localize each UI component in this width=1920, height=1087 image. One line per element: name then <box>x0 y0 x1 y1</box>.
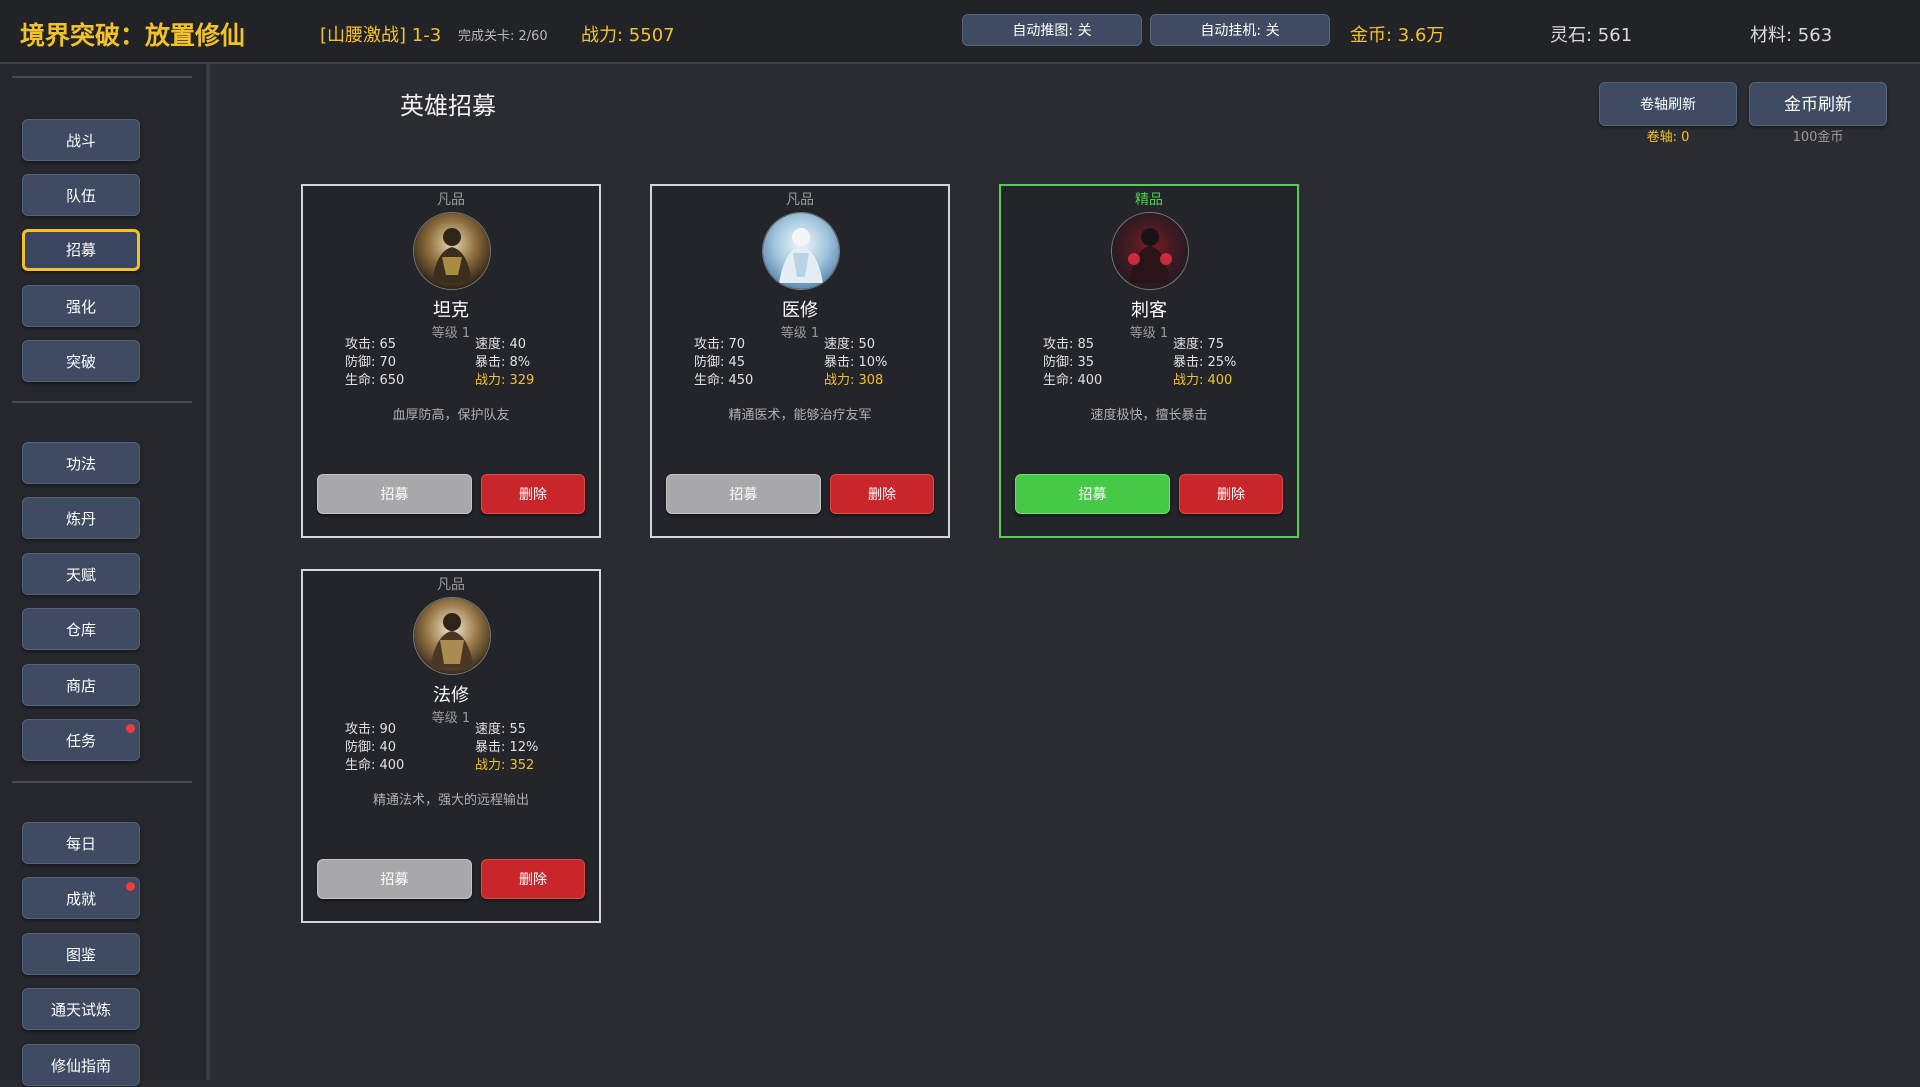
scroll-count: 卷轴: 0 <box>1646 130 1690 145</box>
delete-button[interactable]: 删除 <box>1179 474 1283 514</box>
notification-dot <box>126 882 135 891</box>
nav-alchemy[interactable]: 炼丹 <box>22 497 140 539</box>
game-title: 境界突破：放置修仙 <box>20 21 246 50</box>
hero-card-mage: 凡品 法修 等级 1 攻击: 90 速度: 55 防御: 40 暴击: 12% … <box>301 569 601 923</box>
top-bar: 境界突破：放置修仙 [山腰激战] 1-3 完成关卡: 2/60 战力: 5507… <box>0 0 1920 64</box>
nav-daily[interactable]: 每日 <box>22 822 140 864</box>
recruit-button[interactable]: 招募 <box>1015 474 1170 514</box>
rarity-label: 凡品 <box>786 192 814 208</box>
nav-talent[interactable]: 天赋 <box>22 553 140 595</box>
nav-quests-label: 任务 <box>65 732 96 750</box>
stat-hp: 生命: 450 <box>694 373 754 388</box>
nav-trial[interactable]: 通天试炼 <box>22 988 140 1030</box>
hero-card-healer: 凡品 医修 等级 1 攻击: 70 速度: 50 防御: 45 暴击: 10% … <box>650 184 950 538</box>
stat-crit: 暴击: 8% <box>475 355 531 370</box>
hero-name: 刺客 <box>1131 300 1167 321</box>
nav-techniques[interactable]: 功法 <box>22 442 140 484</box>
nav-shop[interactable]: 商店 <box>22 664 140 706</box>
nav-enhance[interactable]: 强化 <box>22 285 140 327</box>
materials-counter: 材料: 563 <box>1750 25 1833 46</box>
recruit-button[interactable]: 招募 <box>317 859 472 899</box>
stat-defense: 防御: 45 <box>694 355 746 370</box>
delete-button[interactable]: 删除 <box>481 474 585 514</box>
stat-power: 战力: 400 <box>1173 373 1233 388</box>
delete-button[interactable]: 删除 <box>830 474 934 514</box>
gold-counter: 金币: 3.6万 <box>1350 25 1445 46</box>
nav-recruit[interactable]: 招募 <box>22 229 140 271</box>
stat-power: 战力: 352 <box>475 758 535 773</box>
nav-team[interactable]: 队伍 <box>22 174 140 216</box>
hero-name: 法修 <box>433 685 469 706</box>
stat-defense: 防御: 35 <box>1043 355 1095 370</box>
nav-breakthrough[interactable]: 突破 <box>22 340 140 382</box>
sidebar-divider <box>12 76 192 78</box>
stat-crit: 暴击: 12% <box>475 740 539 755</box>
stage-progress: 完成关卡: 2/60 <box>458 29 548 44</box>
stage-label: [山腰激战] 1-3 <box>320 25 442 46</box>
sidebar: 战斗 队伍 招募 强化 突破 功法 炼丹 天赋 仓库 商店 任务 每日 成就 图… <box>0 64 210 1086</box>
nav-warehouse[interactable]: 仓库 <box>22 608 140 650</box>
stat-attack: 攻击: 65 <box>345 337 397 352</box>
rarity-label: 凡品 <box>437 192 465 208</box>
hero-description: 血厚防高，保护队友 <box>392 408 510 423</box>
hero-description: 精通医术，能够治疗友军 <box>728 408 872 423</box>
gold-refresh-cost: 100金币 <box>1792 130 1844 145</box>
stat-power: 战力: 308 <box>824 373 884 388</box>
stat-speed: 速度: 75 <box>1173 337 1225 352</box>
recruit-button[interactable]: 招募 <box>317 474 472 514</box>
stat-defense: 防御: 40 <box>345 740 397 755</box>
stat-crit: 暴击: 25% <box>1173 355 1237 370</box>
rarity-label: 凡品 <box>437 577 465 593</box>
page-title: 英雄招募 <box>400 92 496 120</box>
notification-dot <box>126 724 135 733</box>
stat-attack: 攻击: 85 <box>1043 337 1095 352</box>
hero-portrait-mage <box>413 597 491 675</box>
stat-attack: 攻击: 90 <box>345 722 397 737</box>
stat-speed: 速度: 50 <box>824 337 876 352</box>
auto-advance-button[interactable]: 自动推图: 关 <box>962 14 1142 46</box>
nav-quests[interactable]: 任务 <box>22 719 140 761</box>
delete-button[interactable]: 删除 <box>481 859 585 899</box>
hero-name: 医修 <box>782 300 818 321</box>
hero-card-assassin: 精品 刺客 等级 1 攻击: 85 速度: 75 防御: 35 暴击: 25% … <box>999 184 1299 538</box>
stat-hp: 生命: 400 <box>345 758 405 773</box>
gold-refresh-button[interactable]: 金币刷新 <box>1749 82 1887 126</box>
recruit-button[interactable]: 招募 <box>666 474 821 514</box>
nav-codex[interactable]: 图鉴 <box>22 933 140 975</box>
scroll-refresh-button[interactable]: 卷轴刷新 <box>1599 82 1737 126</box>
stat-crit: 暴击: 10% <box>824 355 888 370</box>
stat-speed: 速度: 40 <box>475 337 527 352</box>
hero-description: 精通法术，强大的远程输出 <box>372 793 529 808</box>
stat-hp: 生命: 400 <box>1043 373 1103 388</box>
hero-name: 坦克 <box>433 300 469 321</box>
auto-idle-button[interactable]: 自动挂机: 关 <box>1150 14 1330 46</box>
nav-achievements[interactable]: 成就 <box>22 877 140 919</box>
hero-portrait-tank <box>413 212 491 290</box>
hero-card-tank: 凡品 坦克 等级 1 攻击: 65 速度: 40 防御: 70 暴击: 8% 生… <box>301 184 601 538</box>
nav-achievements-label: 成就 <box>65 890 96 908</box>
stat-defense: 防御: 70 <box>345 355 397 370</box>
spirit-stone-counter: 灵石: 561 <box>1550 25 1633 46</box>
nav-battle[interactable]: 战斗 <box>22 119 140 161</box>
hero-description: 速度极快，擅长暴击 <box>1090 408 1208 423</box>
rarity-label: 精品 <box>1135 192 1163 208</box>
stat-hp: 生命: 650 <box>345 373 405 388</box>
stat-attack: 攻击: 70 <box>694 337 746 352</box>
total-power: 战力: 5507 <box>581 25 675 46</box>
stat-power: 战力: 329 <box>475 373 535 388</box>
hero-portrait-healer <box>762 212 840 290</box>
sidebar-divider <box>12 401 192 403</box>
sidebar-divider <box>12 781 192 783</box>
hero-portrait-assassin <box>1111 212 1189 290</box>
stat-speed: 速度: 55 <box>475 722 527 737</box>
